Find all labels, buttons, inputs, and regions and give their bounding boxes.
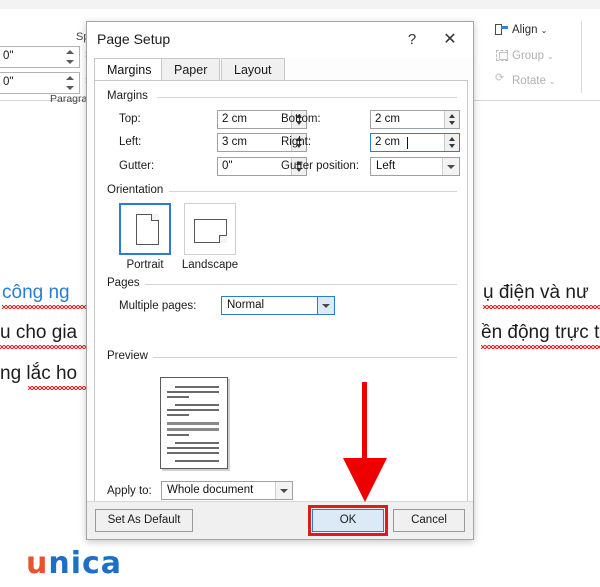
bottom-margin-spinner[interactable] (444, 111, 459, 128)
gutter-label: Gutter: (119, 160, 155, 172)
orientation-landscape-button[interactable] (184, 203, 236, 255)
spellcheck-squiggle (28, 386, 86, 390)
arrow-head (343, 458, 387, 502)
landscape-page-fold-icon (219, 235, 227, 243)
tab-layout[interactable]: Layout (221, 58, 285, 81)
rotate-label: Rotate (512, 75, 546, 87)
group-icon (495, 49, 509, 61)
indent-after-field[interactable]: 0" (0, 72, 80, 94)
unica-watermark: unica (26, 546, 122, 581)
rotate-button[interactable]: Rotate⌄ (495, 71, 556, 87)
dialog-body: Margins Paper Layout Margins Top: 2 cm B… (94, 58, 468, 502)
doc-text-left-3: ng lắc ho (0, 363, 78, 384)
top-margin-value: 2 cm (222, 113, 247, 125)
spellcheck-squiggle (483, 305, 600, 309)
indent-before-spinner[interactable] (65, 49, 76, 66)
orientation-group-title: Orientation (107, 184, 169, 196)
margins-group-title: Margins (107, 90, 153, 102)
ribbon-divider-right (581, 21, 582, 93)
landscape-label: Landscape (181, 259, 239, 271)
pages-group-title: Pages (107, 277, 145, 289)
close-icon[interactable]: ✕ (435, 27, 465, 53)
dialog-footer: Set As Default OK Cancel (87, 501, 473, 539)
orientation-portrait-button[interactable] (119, 203, 171, 255)
left-margin-value: 3 cm (222, 136, 247, 148)
align-chevron-down-icon: ⌄ (540, 26, 548, 35)
align-label: Align (512, 24, 538, 36)
bottom-margin-field[interactable]: 2 cm (370, 110, 460, 129)
gutter-position-label: Gutter position: (281, 160, 359, 172)
spellcheck-squiggle (0, 345, 86, 349)
dialog-title-bar: Page Setup ? ✕ (87, 22, 473, 58)
multiple-pages-value: Normal (227, 299, 265, 311)
text-caret (407, 137, 408, 149)
margins-tab-panel: Margins Top: 2 cm Bottom: 2 cm Left: 3 c… (94, 80, 468, 502)
right-margin-label: Right: (281, 136, 312, 148)
apply-to-chevron-down-icon[interactable] (275, 482, 292, 499)
gutter-position-dropdown[interactable]: Left (370, 157, 460, 176)
cancel-button[interactable]: Cancel (393, 509, 465, 532)
pages-group-rule (143, 284, 457, 285)
multiple-pages-dropdown[interactable]: Normal (221, 296, 335, 315)
margins-group-rule (157, 97, 457, 98)
gutter-position-value: Left (376, 160, 396, 172)
help-icon[interactable]: ? (399, 27, 425, 53)
watermark-u: u (26, 546, 49, 581)
bottom-margin-label: Bottom: (281, 113, 321, 125)
page-preview-thumbnail (160, 377, 228, 469)
right-margin-value: 2 cm (375, 136, 400, 148)
rotate-icon (495, 71, 509, 86)
portrait-page-fold-icon (151, 214, 159, 221)
indent-before-field[interactable]: 0" (0, 46, 80, 68)
apply-to-dropdown[interactable]: Whole document (161, 481, 293, 500)
dialog-title: Page Setup (97, 31, 171, 47)
preview-group-rule (151, 357, 457, 358)
page-setup-dialog: Page Setup ? ✕ Margins Paper Layout Marg… (86, 21, 474, 540)
align-button[interactable]: Align ⌄ (495, 23, 547, 36)
gutter-value: 0" (222, 160, 233, 172)
doc-text-left-2: u cho gia (0, 322, 78, 343)
right-margin-spinner[interactable] (444, 134, 459, 151)
group-label-text: Group (512, 50, 544, 62)
gutter-position-chevron-down-icon[interactable] (442, 158, 459, 175)
ok-button[interactable]: OK (312, 509, 384, 532)
indent-after-spinner[interactable] (65, 75, 76, 92)
tab-paper[interactable]: Paper (161, 58, 221, 81)
indent-after-value: 0" (3, 76, 14, 88)
apply-to-value: Whole document (167, 484, 254, 496)
red-arrow-annotation (342, 382, 390, 508)
arrow-shaft (362, 382, 367, 462)
watermark-nica: nica (48, 546, 123, 581)
spellcheck-squiggle (2, 305, 86, 309)
ribbon-tab-strip: References Mailings Review View Help (0, 0, 600, 9)
align-icon (495, 23, 509, 35)
tab-margins[interactable]: Margins (94, 58, 165, 81)
rotate-chevron-down-icon: ⌄ (548, 77, 556, 86)
set-as-default-button[interactable]: Set As Default (95, 509, 193, 532)
orientation-group-rule (169, 191, 457, 192)
multiple-pages-label: Multiple pages: (119, 300, 197, 312)
top-margin-label: Top: (119, 113, 141, 125)
group-chevron-down-icon: ⌄ (546, 52, 554, 61)
doc-text-right-1: ụ điện và nư (483, 282, 589, 303)
doc-text-right-2: ền động trực t (481, 322, 600, 343)
right-margin-field[interactable]: 2 cm (370, 133, 460, 152)
indent-before-value: 0" (3, 50, 14, 62)
spellcheck-squiggle (481, 345, 600, 349)
left-margin-label: Left: (119, 136, 142, 148)
apply-to-label: Apply to: (107, 485, 152, 497)
bottom-margin-value: 2 cm (375, 113, 400, 125)
portrait-label: Portrait (126, 259, 164, 271)
preview-group-title: Preview (107, 350, 153, 362)
doc-text-left-1: công ng (2, 282, 70, 303)
group-button[interactable]: Group ⌄ (495, 49, 554, 62)
multiple-pages-chevron-down-icon[interactable] (317, 297, 334, 314)
